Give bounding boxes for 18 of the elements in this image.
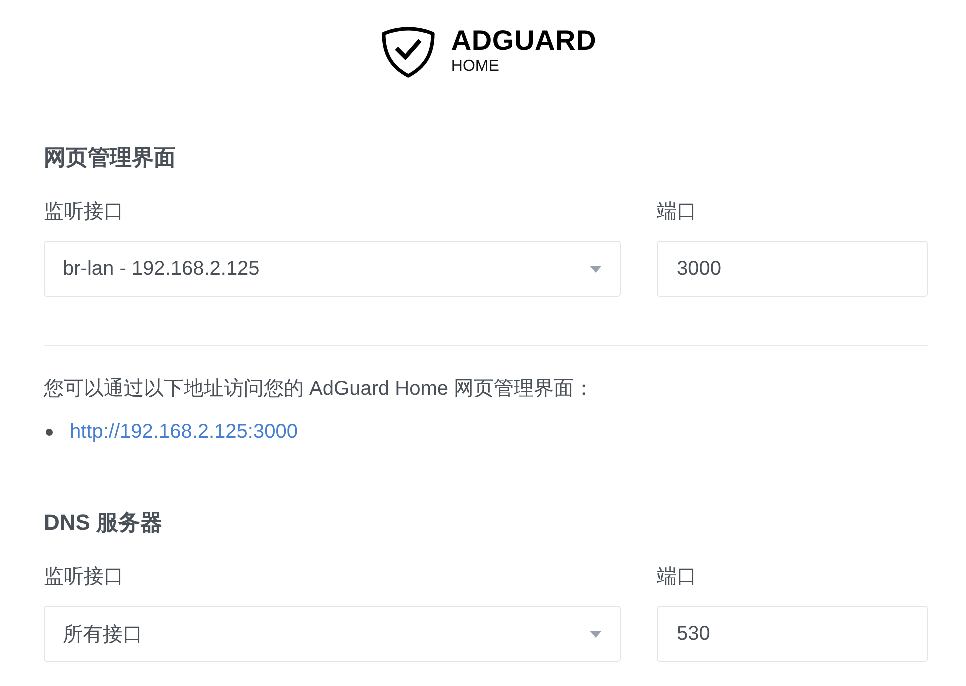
section-title: 网页管理界面 [44,145,177,171]
shield-check-icon [381,25,436,78]
interface-dropdown[interactable]: br-lan - 192.168.2.125 [44,241,621,297]
port-input[interactable]: 530 [657,606,928,662]
logo-name: ADGUARD [451,27,597,55]
section-title: DNS 服务器 [44,510,164,536]
address-note: 您可以通过以下地址访问您的 AdGuard Home 网页管理界面： [44,377,596,401]
field-label: 端口 [657,565,697,589]
interface-dropdown[interactable]: 所有接口 [44,606,621,662]
address-link[interactable]: http://192.168.2.125:3000 [70,420,298,444]
logo-subtitle: HOME [451,58,500,76]
bullet-icon [46,428,53,436]
port-input[interactable]: 3000 [657,241,928,297]
field-label: 监听接口 [44,565,124,589]
field-label: 监听接口 [44,200,124,224]
field-label: 端口 [657,200,697,224]
caret-icon [590,630,602,638]
caret-icon [590,266,602,272]
